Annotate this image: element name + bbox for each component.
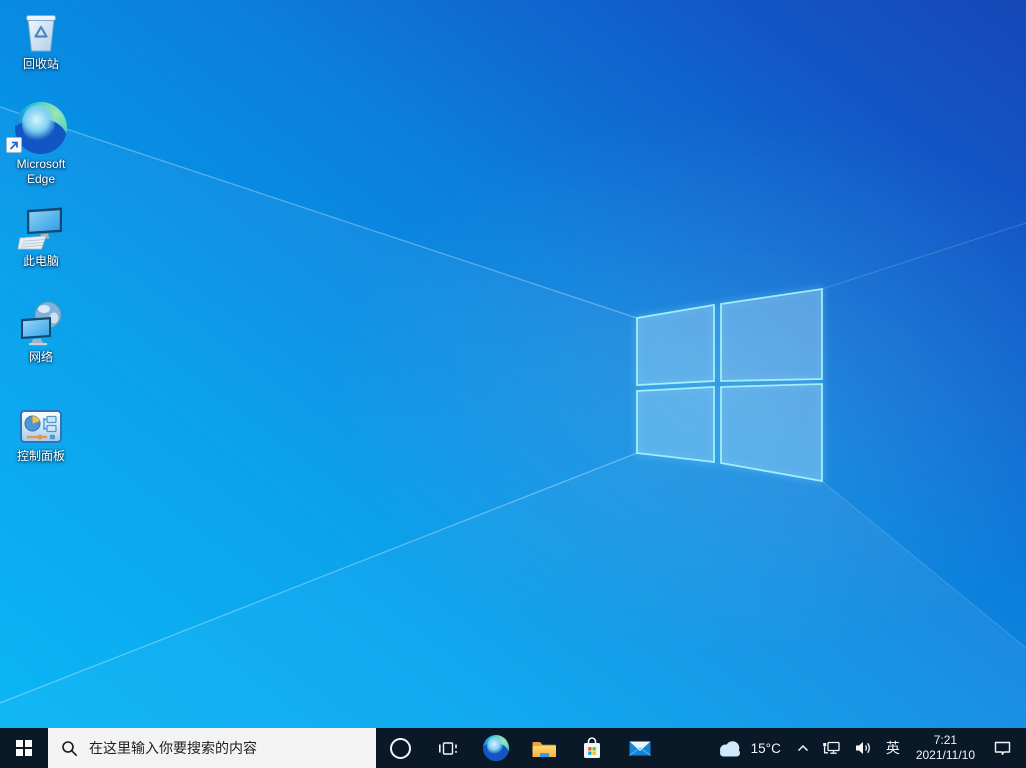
desktop: 回收站 Microsoft Edge 此电脑 网络 控制面板 在这里输入你要搜索… [0,0,1026,768]
time-label: 7:21 [933,733,958,747]
action-center-icon [994,741,1011,755]
date-label: 2021/11/10 [915,748,975,762]
desktop-icon-label: 网络 [28,350,53,364]
taskbar-search-box[interactable]: 在这里输入你要搜索的内容 [48,728,376,768]
mail-icon [629,741,651,756]
taskbar-task-view-button[interactable] [424,728,472,768]
chevron-up-icon [797,744,808,752]
search-placeholder: 在这里输入你要搜索的内容 [89,740,257,756]
wallpaper-light-rays [0,106,1026,768]
recycle-bin-icon [3,8,79,54]
language-label: 英 [885,740,900,756]
desktop-icon-network[interactable]: 网络 [3,297,79,365]
ethernet-network-icon [823,741,840,754]
microsoft-store-icon [584,737,600,758]
desktop-icon-recycle-bin[interactable]: 回收站 [3,8,79,72]
microsoft-edge-icon [3,100,79,154]
action-center-button[interactable] [983,728,1022,768]
temperature-label: 15°C [750,740,781,756]
system-tray: 15°C 英 7:21 2021/11/10 [707,728,1026,768]
taskbar-store-button[interactable] [568,728,616,768]
search-icon [62,740,77,756]
taskbar: 在这里输入你要搜索的内容 15°C 英 7:21 2021/11/10 [0,728,1026,768]
windows-logo [636,287,823,483]
weather-widget[interactable]: 15°C [707,728,790,768]
speaker-icon [855,742,870,754]
cloud-icon [719,741,740,757]
desktop-icon-microsoft-edge[interactable]: Microsoft Edge [3,100,79,187]
this-pc-icon [3,203,79,251]
desktop-icon-label: Microsoft Edge [16,157,66,186]
network-icon [3,297,79,347]
task-view-icon [438,741,457,755]
volume-button[interactable] [848,728,878,768]
taskbar-cortana-button[interactable] [376,728,424,768]
edge-icon [483,735,509,761]
desktop-icon-this-pc[interactable]: 此电脑 [3,203,79,269]
desktop-icon-label: 控制面板 [16,449,65,463]
taskbar-edge-button[interactable] [472,728,520,768]
language-indicator[interactable]: 英 [878,728,908,768]
control-panel-icon [3,408,79,446]
desktop-icon-label: 此电脑 [22,254,59,268]
start-button[interactable] [0,728,48,768]
clock[interactable]: 7:21 2021/11/10 [908,728,983,768]
file-explorer-icon [532,741,556,757]
desktop-icon-control-panel[interactable]: 控制面板 [3,408,79,464]
taskbar-mail-button[interactable] [616,728,664,768]
windows-start-icon [15,739,33,757]
network-status-button[interactable] [816,728,848,768]
show-hidden-icons-button[interactable] [790,728,816,768]
shortcut-arrow-icon [6,137,22,153]
desktop-icon-label: 回收站 [22,57,59,71]
cortana-icon [389,737,411,759]
taskbar-file-explorer-button[interactable] [520,728,568,768]
